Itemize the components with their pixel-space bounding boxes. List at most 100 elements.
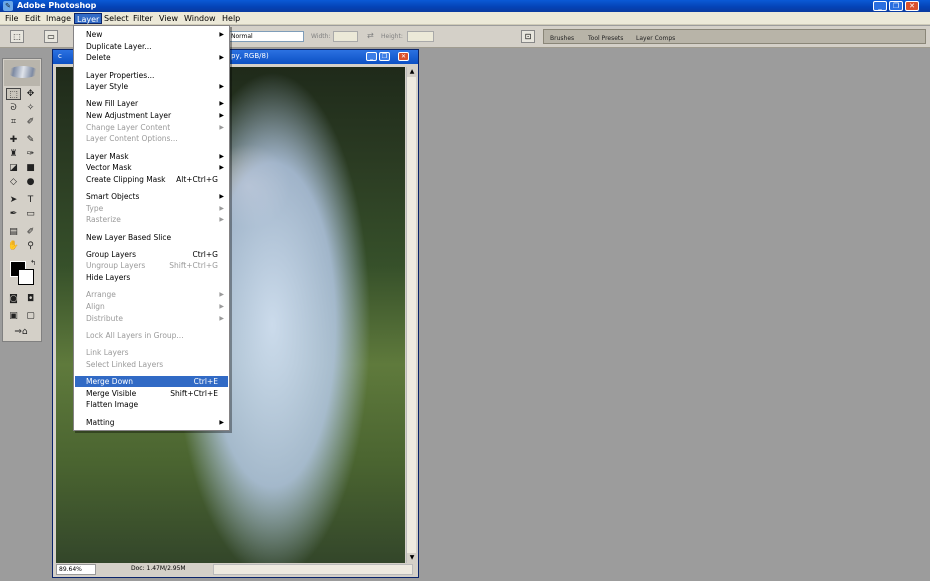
eraser-tool-icon[interactable]: ◪ <box>6 162 21 174</box>
menu-edit[interactable]: Edit <box>23 13 43 24</box>
blur-tool-icon[interactable]: ◇ <box>6 176 21 188</box>
hand-tool-icon[interactable]: ✋ <box>6 240 21 252</box>
submenu-arrow-icon: ▶ <box>219 123 224 131</box>
menu-item-shortcut: Ctrl+E <box>193 377 218 386</box>
type-tool-icon[interactable]: T <box>23 194 38 206</box>
clone-stamp-icon[interactable]: ♜ <box>6 148 21 160</box>
menu-item-layer-properties[interactable]: Layer Properties... <box>75 70 228 81</box>
submenu-arrow-icon: ▶ <box>219 302 224 310</box>
menu-item-new-adjustment-layer[interactable]: New Adjustment Layer ▶ <box>75 110 228 121</box>
menu-image[interactable]: Image <box>44 13 73 24</box>
menu-item-group-layers[interactable]: Group Layers Ctrl+G <box>75 249 228 260</box>
new-selection-icon[interactable]: ▭ <box>44 30 58 43</box>
pen-tool-icon[interactable]: ✒ <box>6 208 21 220</box>
path-selection-icon[interactable]: ➤ <box>6 194 21 206</box>
menu-item-hide-layers[interactable]: Hide Layers <box>75 272 228 283</box>
menu-item-shortcut: Shift+Ctrl+G <box>169 261 218 271</box>
notes-tool-icon[interactable]: ▤ <box>6 226 21 238</box>
healing-brush-icon[interactable]: ✚ <box>6 134 21 146</box>
menu-view[interactable]: View <box>157 13 180 24</box>
style-select[interactable]: Normal <box>228 31 304 42</box>
menu-help[interactable]: Help <box>220 13 242 24</box>
width-field[interactable] <box>333 31 358 42</box>
submenu-arrow-icon: ▶ <box>219 314 224 322</box>
tab-tool-presets[interactable]: Tool Presets <box>588 35 623 42</box>
submenu-arrow-icon: ▶ <box>219 204 224 212</box>
menu-item-new-fill-layer[interactable]: New Fill Layer ▶ <box>75 98 228 109</box>
doc-minimize-button[interactable]: _ <box>366 52 377 61</box>
menu-item-new[interactable]: New ▶ <box>75 29 228 40</box>
menu-item-merge-visible[interactable]: Merge Visible Shift+Ctrl+E <box>75 388 228 399</box>
lasso-tool-icon[interactable]: ᘐ <box>6 102 21 114</box>
menu-item-ungroup-layers: Ungroup Layers Shift+Ctrl+G <box>75 260 228 271</box>
tab-layer-comps[interactable]: Layer Comps <box>636 35 675 42</box>
menu-item-label: Select Linked Layers <box>86 359 164 369</box>
menu-item-new-layer-based-slice[interactable]: New Layer Based Slice <box>75 232 228 243</box>
menu-item-create-clipping-mask[interactable]: Create Clipping Mask Alt+Ctrl+G <box>75 174 228 185</box>
doc-close-button[interactable]: ✕ <box>398 52 409 61</box>
submenu-arrow-icon: ▶ <box>219 100 224 108</box>
photoshop-feather-icon: ✎ <box>3 1 13 11</box>
menu-file[interactable]: File <box>3 13 20 24</box>
zoom-tool-icon[interactable]: ⚲ <box>23 240 38 252</box>
slice-tool-icon[interactable]: ✐ <box>23 116 38 128</box>
menu-separator <box>76 186 227 188</box>
menu-item-lock-all-layers-in-group: Lock All Layers in Group... <box>75 330 228 341</box>
move-tool-icon[interactable]: ✥ <box>23 88 38 100</box>
menu-filter[interactable]: Filter <box>131 13 155 24</box>
history-brush-icon[interactable]: ✑ <box>23 148 38 160</box>
swap-icon[interactable]: ⇄ <box>367 31 374 40</box>
height-label: Height: <box>381 33 403 40</box>
brush-tool-icon[interactable]: ✎ <box>23 134 38 146</box>
file-browser-icon[interactable]: ⊡ <box>521 30 535 43</box>
background-color-swatch[interactable] <box>18 269 34 285</box>
menu-separator <box>76 325 227 327</box>
swap-colors-icon[interactable]: ↰ <box>28 257 38 269</box>
scroll-up-icon[interactable]: ▲ <box>407 67 417 77</box>
menu-item-label: Layer Properties... <box>86 70 155 80</box>
menu-item-smart-objects[interactable]: Smart Objects ▶ <box>75 191 228 202</box>
vertical-scrollbar[interactable]: ▲ ▼ <box>406 67 417 563</box>
horizontal-scrollbar[interactable] <box>213 564 413 575</box>
marquee-tool-icon[interactable]: ⬚ <box>6 88 21 100</box>
marquee-tool-preset-icon[interactable]: ⬚ <box>10 30 24 43</box>
eyedropper-icon[interactable]: ✐ <box>23 226 38 238</box>
doc-restore-button[interactable]: ❐ <box>379 52 390 61</box>
full-screen-mode-icon[interactable]: ▢ <box>23 310 38 322</box>
screen-mode-icon[interactable]: ▣ <box>6 310 21 322</box>
menu-item-merge-down[interactable]: Merge Down Ctrl+E <box>75 376 228 387</box>
menu-item-layer-mask[interactable]: Layer Mask ▶ <box>75 151 228 162</box>
menu-item-layer-style[interactable]: Layer Style ▶ <box>75 81 228 92</box>
height-field[interactable] <box>407 31 434 42</box>
scroll-down-icon[interactable]: ▼ <box>407 553 417 563</box>
tab-brushes[interactable]: Brushes <box>550 35 574 42</box>
menu-item-label: New Adjustment Layer <box>86 111 172 120</box>
restore-button[interactable]: ❐ <box>889 1 903 11</box>
menu-item-vector-mask[interactable]: Vector Mask ▶ <box>75 162 228 173</box>
menu-item-duplicate-layer[interactable]: Duplicate Layer... <box>75 41 228 52</box>
menu-item-align: Align ▶ <box>75 301 228 312</box>
menu-item-matting[interactable]: Matting ▶ <box>75 417 228 428</box>
menu-item-type: Type ▶ <box>75 203 228 214</box>
dodge-tool-icon[interactable]: ● <box>23 176 38 188</box>
zoom-field[interactable]: 89.64% <box>56 564 96 575</box>
minimize-button[interactable]: _ <box>873 1 887 11</box>
menu-item-delete[interactable]: Delete ▶ <box>75 52 228 63</box>
menu-item-arrange: Arrange ▶ <box>75 289 228 300</box>
magic-wand-icon[interactable]: ✧ <box>23 102 38 114</box>
menu-select[interactable]: Select <box>102 13 131 24</box>
menu-separator <box>76 412 227 414</box>
gradient-tool-icon[interactable]: ■ <box>23 162 38 174</box>
menu-item-rasterize: Rasterize ▶ <box>75 214 228 225</box>
menu-window[interactable]: Window <box>182 13 218 24</box>
menu-layer[interactable]: Layer <box>74 13 103 24</box>
standard-mode-icon[interactable]: ◙ <box>6 293 21 305</box>
jump-to-imageready-icon[interactable]: ⇒⌂ <box>6 326 36 338</box>
submenu-arrow-icon: ▶ <box>219 83 224 91</box>
shape-tool-icon[interactable]: ▭ <box>23 208 38 220</box>
document-icon: c <box>58 52 62 60</box>
crop-tool-icon[interactable]: ⌗ <box>6 116 21 128</box>
menu-item-flatten-image[interactable]: Flatten Image <box>75 399 228 410</box>
quick-mask-icon[interactable]: ◘ <box>23 293 38 305</box>
close-button[interactable]: ✕ <box>905 1 919 11</box>
